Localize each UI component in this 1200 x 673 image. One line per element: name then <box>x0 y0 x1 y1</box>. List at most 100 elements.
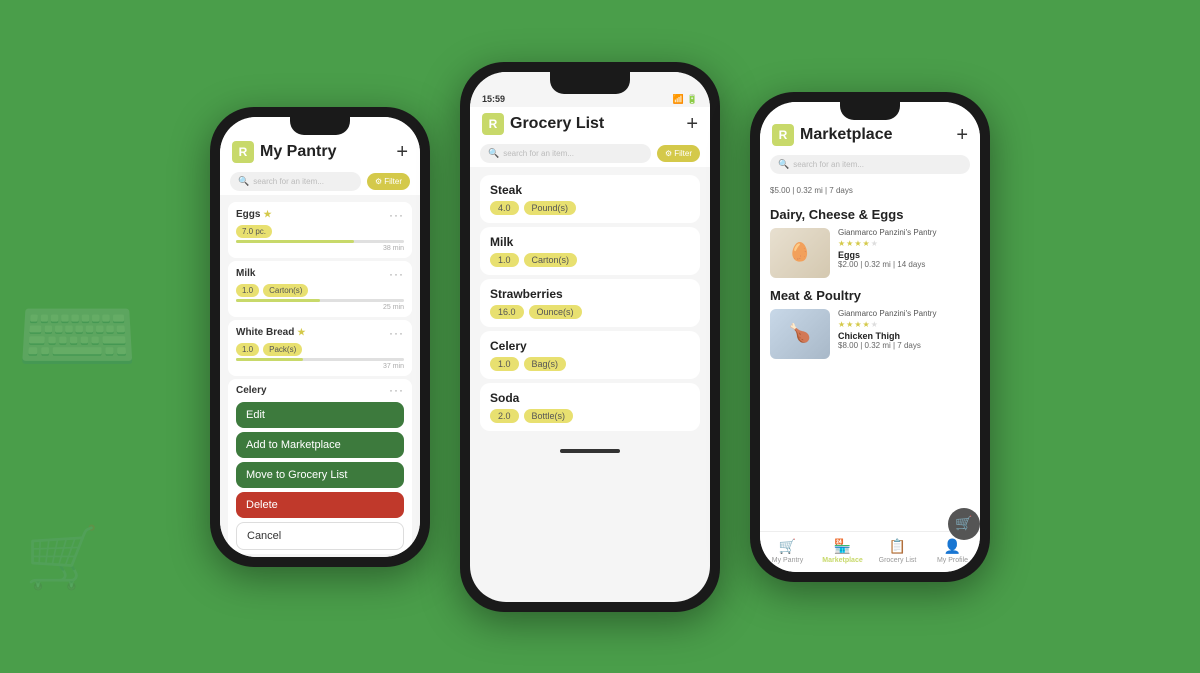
search-icon: 🔍 <box>778 159 789 170</box>
list-item[interactable]: Soda 2.0 Bottle(s) <box>480 383 700 431</box>
category-label: Meat & Poultry <box>770 288 970 303</box>
context-item-name: Celery <box>236 383 267 398</box>
page-title: Marketplace <box>800 126 893 144</box>
item-options[interactable]: ··· <box>389 383 404 397</box>
search-input[interactable]: 🔍 search for an item... <box>480 144 651 163</box>
grocery-nav-label: Grocery List <box>879 557 917 564</box>
category-label: Dairy, Cheese & Eggs <box>770 207 970 222</box>
time-label: 38 min <box>236 245 404 252</box>
bottom-navigation: 🛒 My Pantry 🏪 Marketplace 📋 Grocery List… <box>760 531 980 572</box>
quantity-badge: 1.0 <box>490 357 519 371</box>
product-card[interactable]: 🥚 Gianmarco Panzini's Pantry ★★★★★ Eggs … <box>770 228 970 278</box>
product-info: Gianmarco Panzini's Pantry ★★★★★ Chicken… <box>838 309 970 359</box>
unit-badge: Carton(s) <box>263 284 308 297</box>
search-icon: 🔍 <box>488 148 499 159</box>
marketplace-content: $5.00 | 0.32 mi | 7 days Dairy, Cheese &… <box>760 180 980 531</box>
cancel-button[interactable]: Cancel <box>236 522 404 550</box>
item-name: White Bread ★ <box>236 327 305 338</box>
list-item[interactable]: Eggs ★ ··· 7.0 pc. 38 min <box>228 202 412 258</box>
list-item[interactable]: Celery 1.0 Bag(s) <box>480 331 700 379</box>
context-menu: Celery ··· Edit Add to Marketplace Move … <box>228 379 412 554</box>
item-name: Strawberries <box>490 287 690 301</box>
pantry-nav-icon: 🛒 <box>779 538 796 555</box>
status-icons: 📶 🔋 <box>673 94 698 105</box>
product-price: $2.00 | 0.32 mi | 14 days <box>838 260 970 269</box>
seller-name: Gianmarco Panzini's Pantry <box>838 309 970 318</box>
quantity-badge: 1.0 <box>236 284 259 297</box>
list-item[interactable]: White Bread ★ ··· 1.0 Pack(s) 37 min <box>228 320 412 376</box>
item-options[interactable]: ··· <box>389 208 404 222</box>
page-title: My Pantry <box>260 143 336 161</box>
time-label: 37 min <box>236 363 404 370</box>
list-item[interactable]: Strawberries 16.0 Ounce(s) <box>480 279 700 327</box>
phone-notch <box>550 72 630 94</box>
search-input[interactable]: 🔍 search for an item... <box>770 155 970 174</box>
product-image: 🍗 <box>770 309 830 359</box>
time-label: 25 min <box>236 304 404 311</box>
phone-notch <box>840 102 900 120</box>
profile-nav-icon: 👤 <box>944 538 961 555</box>
move-to-grocery-button[interactable]: Move to Grocery List <box>236 462 404 488</box>
product-info: Gianmarco Panzini's Pantry ★★★★★ Eggs $2… <box>838 228 970 278</box>
profile-nav-label: My Profile <box>937 557 968 564</box>
nav-marketplace[interactable]: 🏪 Marketplace <box>815 538 870 564</box>
logo: R <box>482 113 504 135</box>
quantity-badge: 7.0 pc. <box>236 225 272 238</box>
status-time: 15:59 <box>482 94 505 104</box>
search-placeholder: search for an item... <box>503 149 574 158</box>
item-name: Milk <box>490 235 690 249</box>
product-card[interactable]: 🍗 Gianmarco Panzini's Pantry ★★★★★ Chick… <box>770 309 970 359</box>
unit-badge: Ounce(s) <box>529 305 582 319</box>
nav-my-profile[interactable]: 👤 My Profile <box>925 538 980 564</box>
quantity-badge: 2.0 <box>490 409 519 423</box>
product-name: Eggs <box>838 250 970 260</box>
nav-my-pantry[interactable]: 🛒 My Pantry <box>760 538 815 564</box>
grocery-items-list: Steak 4.0 Pound(s) Milk 1.0 Carton(s) St… <box>470 167 710 439</box>
phone-notch <box>290 117 350 135</box>
search-bar: 🔍 search for an item... ⚙ Filter <box>220 168 420 195</box>
item-name: Celery <box>490 339 690 353</box>
filter-button[interactable]: ⚙ Filter <box>367 173 410 190</box>
marketplace-nav-label: Marketplace <box>822 557 862 564</box>
cart-fab-button[interactable]: 🛒 <box>948 508 980 540</box>
add-to-marketplace-button[interactable]: Add to Marketplace <box>236 432 404 458</box>
delete-button[interactable]: Delete <box>236 492 404 518</box>
item-name: Steak <box>490 183 690 197</box>
add-button[interactable]: + <box>956 124 968 147</box>
search-icon: 🔍 <box>238 176 249 187</box>
list-item[interactable]: Milk ··· 1.0 Carton(s) 25 min <box>228 261 412 317</box>
product-price: $8.00 | 0.32 mi | 7 days <box>838 341 970 350</box>
edit-button[interactable]: Edit <box>236 402 404 428</box>
pantry-items-list: Eggs ★ ··· 7.0 pc. 38 min Milk ··· 1.0 C… <box>220 195 420 557</box>
product-image: 🥚 <box>770 228 830 278</box>
star-rating: ★★★★★ <box>838 320 970 329</box>
list-item[interactable]: Milk 1.0 Carton(s) <box>480 227 700 275</box>
search-placeholder: search for an item... <box>793 160 864 169</box>
unit-badge: Bottle(s) <box>524 409 574 423</box>
filter-button[interactable]: ⚙ Filter <box>657 145 700 162</box>
search-bar: 🔍 search for an item... ⚙ Filter <box>470 140 710 167</box>
star-rating: ★★★★★ <box>838 239 970 248</box>
item-options[interactable]: ··· <box>389 326 404 340</box>
list-item[interactable]: Steak 4.0 Pound(s) <box>480 175 700 223</box>
phone-my-pantry: R My Pantry + 🔍 search for an item... ⚙ … <box>210 107 430 567</box>
item-options[interactable]: ··· <box>389 267 404 281</box>
item-name: Milk <box>236 268 255 279</box>
unit-badge: Carton(s) <box>524 253 578 267</box>
unit-badge: Pound(s) <box>524 201 577 215</box>
quantity-badge: 1.0 <box>236 343 259 356</box>
marketplace-nav-icon: 🏪 <box>834 538 851 555</box>
quantity-badge: 4.0 <box>490 201 519 215</box>
grocery-header: R Grocery List + <box>470 107 710 140</box>
logo: R <box>772 124 794 146</box>
product-name: Chicken Thigh <box>838 331 970 341</box>
quantity-badge: 1.0 <box>490 253 519 267</box>
unit-badge: Pack(s) <box>263 343 302 356</box>
nav-grocery-list[interactable]: 📋 Grocery List <box>870 538 925 564</box>
search-placeholder: search for an item... <box>253 177 324 186</box>
search-input[interactable]: 🔍 search for an item... <box>230 172 361 191</box>
add-button[interactable]: + <box>396 141 408 164</box>
item-name: Soda <box>490 391 690 405</box>
add-button[interactable]: + <box>686 113 698 136</box>
grocery-nav-icon: 📋 <box>889 538 906 555</box>
